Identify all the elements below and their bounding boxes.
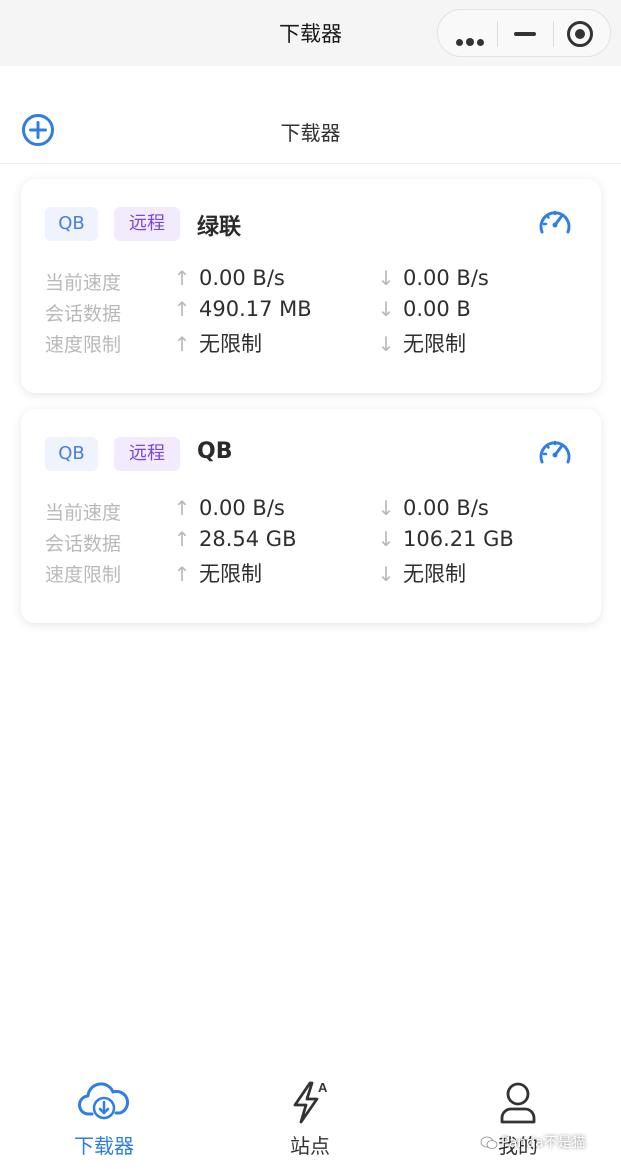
tab-downloader[interactable]: 下载器 (44, 1080, 164, 1159)
row-label: 会话数据 (45, 303, 122, 325)
upload-value: ↑ 28.54 GB (173, 527, 297, 551)
row-label: 当前速度 (45, 272, 122, 294)
row-label: 速度限制 (45, 334, 122, 356)
row-label: 速度限制 (45, 564, 122, 586)
tab-label: 站点 (290, 1134, 330, 1158)
download-value: ↓ 0.00 B (377, 297, 471, 321)
arrow-down-icon: ↓ (377, 297, 395, 321)
mode-tag: 远程 (114, 207, 180, 241)
row-label: 当前速度 (45, 502, 122, 524)
upload-value: ↑ 无限制 (173, 332, 262, 356)
page-title: 下载器 (280, 121, 341, 145)
download-value: ↓ 0.00 B/s (377, 496, 489, 520)
session-data-row: 会话数据 ↑ 490.17 MB ↓ 0.00 B (45, 297, 585, 325)
capsule-menu (437, 9, 611, 57)
current-speed-row: 当前速度 ↑ 0.00 B/s ↓ 0.00 B/s (45, 266, 585, 294)
downloader-name: QB (197, 439, 233, 464)
row-label: 会话数据 (45, 533, 122, 555)
speed-limit-row: 速度限制 ↑ 无限制 ↓ 无限制 (45, 558, 585, 586)
arrow-down-icon: ↓ (377, 527, 395, 551)
downloader-card[interactable]: QB 远程 绿联 当前速度 ↑ 0.00 B/s ↓ 0.00 B/s 会话数据 ↑… (21, 179, 601, 393)
cloud-download-icon (78, 1082, 130, 1120)
wechat-icon (480, 1136, 498, 1149)
arrow-up-icon: ↑ (173, 527, 191, 551)
current-speed-row: 当前速度 ↑ 0.00 B/s ↓ 0.00 B/s (45, 496, 585, 524)
capsule-divider (497, 21, 498, 47)
bottom-tabbar: 下载器 A 站点 我的 (0, 1080, 621, 1170)
arrow-up-icon: ↑ (173, 496, 191, 520)
download-value: ↓ 0.00 B/s (377, 266, 489, 290)
speed-limit-row: 速度限制 ↑ 无限制 ↓ 无限制 (45, 328, 585, 356)
capsule-divider (553, 21, 554, 47)
page-header: 下载器 (0, 66, 621, 164)
arrow-down-icon: ↓ (377, 332, 395, 356)
type-tag: QB (45, 207, 98, 241)
download-value: ↓ 106.21 GB (377, 527, 514, 551)
watermark-text: Panda不是猫 (501, 1135, 586, 1151)
downloader-name: 绿联 (197, 215, 242, 240)
arrow-up-icon: ↑ (173, 562, 191, 586)
svg-text:A: A (318, 1080, 328, 1095)
minus-icon[interactable] (514, 32, 536, 36)
download-value: ↓ 无限制 (377, 332, 466, 356)
arrow-up-icon: ↑ (173, 266, 191, 290)
tab-sites[interactable]: A 站点 (250, 1080, 370, 1159)
arrow-up-icon: ↑ (173, 332, 191, 356)
upload-value: ↑ 无限制 (173, 562, 262, 586)
top-navbar: 下载器 (0, 0, 621, 66)
mode-tag: 远程 (114, 437, 180, 471)
target-icon[interactable] (567, 21, 593, 47)
arrow-down-icon: ↓ (377, 496, 395, 520)
more-dots-icon[interactable] (456, 31, 487, 50)
downloader-list: QB 远程 绿联 当前速度 ↑ 0.00 B/s ↓ 0.00 B/s 会话数据 ↑… (21, 179, 601, 639)
download-value: ↓ 无限制 (377, 562, 466, 586)
upload-value: ↑ 0.00 B/s (173, 266, 285, 290)
user-icon (500, 1082, 536, 1124)
tab-label: 下载器 (74, 1134, 134, 1158)
session-data-row: 会话数据 ↑ 28.54 GB ↓ 106.21 GB (45, 527, 585, 555)
speedometer-icon[interactable] (537, 435, 573, 471)
type-tag: QB (45, 437, 98, 471)
arrow-down-icon: ↓ (377, 266, 395, 290)
upload-value: ↑ 490.17 MB (173, 297, 312, 321)
arrow-down-icon: ↓ (377, 562, 395, 586)
arrow-up-icon: ↑ (173, 297, 191, 321)
speedometer-icon[interactable] (537, 205, 573, 241)
upload-value: ↑ 0.00 B/s (173, 496, 285, 520)
downloader-card[interactable]: QB 远程 QB 当前速度 ↑ 0.00 B/s ↓ 0.00 B/s 会话数据 ↑… (21, 409, 601, 623)
lightning-a-icon: A (293, 1080, 328, 1124)
watermark: Panda不是猫 (480, 1132, 586, 1152)
